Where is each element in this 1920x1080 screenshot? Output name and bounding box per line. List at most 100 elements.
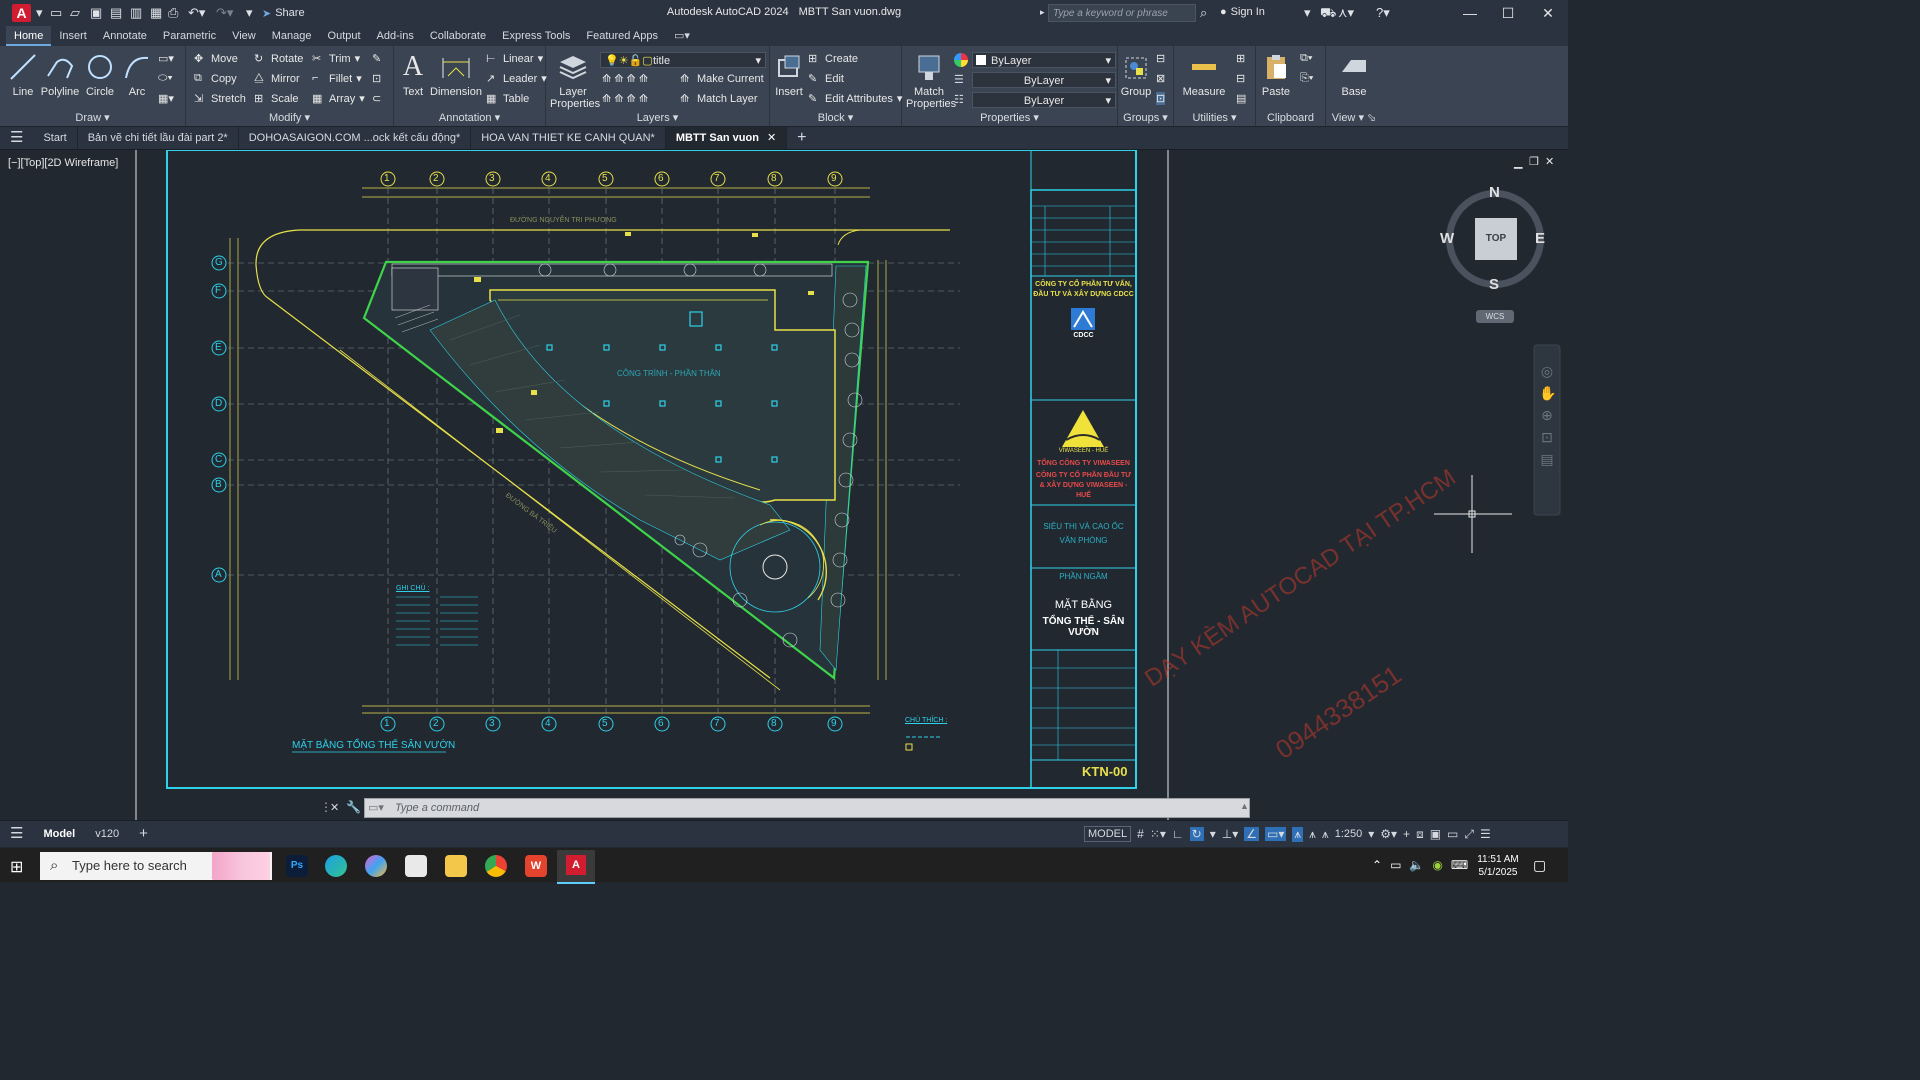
clipboard-panel-title[interactable]: Clipboard xyxy=(1256,112,1325,124)
viewport-minimize-icon[interactable]: ▁ xyxy=(1514,156,1522,169)
plot-icon[interactable]: ⎙ xyxy=(168,5,178,21)
model-space-button[interactable]: MODEL xyxy=(1084,826,1132,842)
utilities-panel-title[interactable]: Utilities ▾ xyxy=(1174,111,1255,124)
volume-icon[interactable]: 🔈 xyxy=(1409,858,1424,872)
offset-icon[interactable]: ⊂ xyxy=(372,92,381,105)
customize-qat-icon[interactable]: ▾ xyxy=(246,5,253,21)
tab-parametric[interactable]: Parametric xyxy=(155,26,224,46)
annotation-scale-icon[interactable]: ⩚ xyxy=(1322,827,1329,842)
layer-tools-row1[interactable]: ⟰ ⟰ ⟰ ⟰ xyxy=(602,72,648,85)
quick-select-icon[interactable]: ⊞ xyxy=(1236,52,1245,65)
layout-menu-icon[interactable]: ☰ xyxy=(0,821,33,847)
match-layer-button[interactable]: ⟰ Match Layer xyxy=(680,92,758,106)
auto-scale-icon[interactable]: ⩚ xyxy=(1309,827,1316,842)
viewcube-west[interactable]: W xyxy=(1440,230,1454,247)
undo-icon[interactable]: ↶▾ xyxy=(188,5,205,21)
viewport-close-icon[interactable]: ✕ xyxy=(1545,155,1554,168)
wps-office-icon[interactable]: W xyxy=(525,855,547,877)
cart-icon[interactable]: ⛟ xyxy=(1320,5,1336,21)
mirror-button[interactable]: ⧋ Mirror xyxy=(254,72,300,85)
close-tab-icon[interactable]: ✕ xyxy=(767,127,776,149)
calculator-icon[interactable]: ▤ xyxy=(1236,92,1246,105)
view-panel-title[interactable]: View ▾ ⬂ xyxy=(1326,111,1382,124)
polyline-button[interactable]: Polyline xyxy=(40,50,80,98)
photos-app-icon[interactable] xyxy=(405,855,427,877)
command-customize-icon[interactable]: 🔧 xyxy=(346,800,361,814)
copy-clip-icon[interactable]: ⧉▾ xyxy=(1300,52,1312,65)
app-tray-icon[interactable]: ◉ xyxy=(1432,858,1442,872)
group-selection-icon[interactable]: ⊡ xyxy=(1156,92,1166,105)
lineweight-dropdown[interactable]: ByLayer ▾ xyxy=(972,72,1116,88)
tab-output[interactable]: Output xyxy=(320,26,369,46)
viewcube-south[interactable]: S xyxy=(1489,276,1499,293)
circle-button[interactable]: Circle xyxy=(84,50,116,98)
base-view-button[interactable]: Base xyxy=(1334,50,1374,98)
move-button[interactable]: ✥ Move xyxy=(194,52,238,66)
make-current-button[interactable]: ⟰ Make Current xyxy=(680,72,764,86)
layer-dropdown[interactable]: 💡☀🔓▢ title ▾ xyxy=(600,52,766,68)
snap-icon[interactable]: ⁙▾ xyxy=(1150,827,1166,841)
file-tabs-menu-icon[interactable]: ☰ xyxy=(0,127,33,149)
file-tab-lau-dai[interactable]: Bản vẽ chi tiết lầu đài part 2* xyxy=(78,127,239,149)
arc-button[interactable]: Arc xyxy=(122,50,152,98)
layers-panel-title[interactable]: Layers ▾ xyxy=(546,111,769,124)
text-button[interactable]: A Text xyxy=(398,50,428,98)
group-button[interactable]: Group xyxy=(1120,50,1152,98)
workspace-gear-icon[interactable]: ⚙▾ xyxy=(1380,827,1397,841)
scale-button[interactable]: ⊞ Scale xyxy=(254,92,299,106)
edge-browser-icon[interactable] xyxy=(325,855,347,877)
polar-icon[interactable]: ↻ xyxy=(1189,827,1204,841)
file-tab-dohoasaigon[interactable]: DOHOASAIGON.COM ...ock kết cấu động* xyxy=(239,127,472,149)
taskbar-clock[interactable]: 11:51 AM 5/1/2025 xyxy=(1470,853,1526,879)
customization-icon[interactable]: ☰ xyxy=(1480,827,1491,841)
autocad-taskbar-button[interactable]: A xyxy=(557,850,595,884)
explode-icon[interactable]: ⊡ xyxy=(372,72,381,85)
help-icon[interactable]: ?▾ xyxy=(1376,5,1390,21)
edit-attributes-button[interactable]: ✎ Edit Attributes ▾ xyxy=(808,92,902,106)
save-web-icon[interactable]: ▦ xyxy=(150,5,162,21)
add-layout-icon[interactable]: + xyxy=(129,821,158,847)
help-search-input[interactable]: Type a keyword or phrase xyxy=(1048,4,1196,22)
search-icon[interactable]: ⌕ xyxy=(1200,5,1207,21)
command-history-icon[interactable]: ▭▾ xyxy=(368,801,384,814)
open-web-icon[interactable]: ▥ xyxy=(130,5,142,21)
isodraft-icon[interactable]: ▾ xyxy=(1210,827,1216,841)
open-file-icon[interactable]: ▱ xyxy=(70,5,80,21)
dimension-button[interactable]: Dimension xyxy=(430,50,482,98)
tab-collaborate[interactable]: Collaborate xyxy=(422,26,494,46)
select-all-icon[interactable]: ⊟ xyxy=(1236,72,1245,85)
annotation-monitor-icon[interactable]: + xyxy=(1403,827,1410,841)
cut-icon[interactable]: ⎘▾ xyxy=(1300,72,1313,85)
trim-button[interactable]: ✂ Trim ▾ xyxy=(312,52,360,66)
group-edit-icon[interactable]: ⊠ xyxy=(1156,72,1165,85)
linear-button[interactable]: ⊢ Linear ▾ xyxy=(486,52,543,66)
search-expand-icon[interactable]: ▸ xyxy=(1040,7,1045,23)
annotation-visibility-icon[interactable]: ⩚ xyxy=(1292,826,1304,842)
sign-in-button[interactable]: ● Sign In xyxy=(1220,6,1265,18)
redo-icon[interactable]: ↷▾ xyxy=(216,5,233,21)
isolate-objects-icon[interactable]: ▣ xyxy=(1430,827,1441,841)
table-button[interactable]: ▦ Table xyxy=(486,92,529,106)
sign-in-chevron-icon[interactable]: ▾ xyxy=(1304,5,1311,21)
layout-tab-model[interactable]: Model xyxy=(33,821,85,847)
layout-tab-v120[interactable]: v120 xyxy=(85,821,129,847)
save-as-icon[interactable]: ▤ xyxy=(110,5,122,21)
maximize-icon[interactable]: ☐ xyxy=(1490,3,1526,23)
keyboard-icon[interactable]: ⌨ xyxy=(1451,858,1468,872)
scale-chevron-icon[interactable]: ▾ xyxy=(1368,827,1374,841)
viewcube-north[interactable]: N xyxy=(1489,184,1500,201)
fillet-button[interactable]: ⌐ Fillet ▾ xyxy=(312,72,362,85)
modify-panel-title[interactable]: Modify ▾ xyxy=(186,111,393,124)
groups-panel-title[interactable]: Groups ▾ xyxy=(1118,111,1173,124)
match-properties-button[interactable]: Match Properties xyxy=(906,50,956,110)
clean-screen-icon[interactable]: ⤢ xyxy=(1464,827,1474,842)
grid-icon[interactable]: # xyxy=(1137,827,1144,841)
array-button[interactable]: ▦ Array ▾ xyxy=(312,92,365,106)
windows-start-icon[interactable]: ⊞ xyxy=(10,857,23,877)
block-panel-title[interactable]: Block ▾ xyxy=(770,111,901,124)
ribbon-minimize-icon[interactable]: ▭▾ xyxy=(666,26,698,46)
command-expand-icon[interactable]: ▲ xyxy=(1240,801,1249,811)
color-dropdown[interactable]: ByLayer ▾ xyxy=(972,52,1116,68)
units-icon[interactable]: ⧈ xyxy=(1416,827,1424,842)
hatch-icon[interactable]: ⬭▾ xyxy=(158,72,173,85)
